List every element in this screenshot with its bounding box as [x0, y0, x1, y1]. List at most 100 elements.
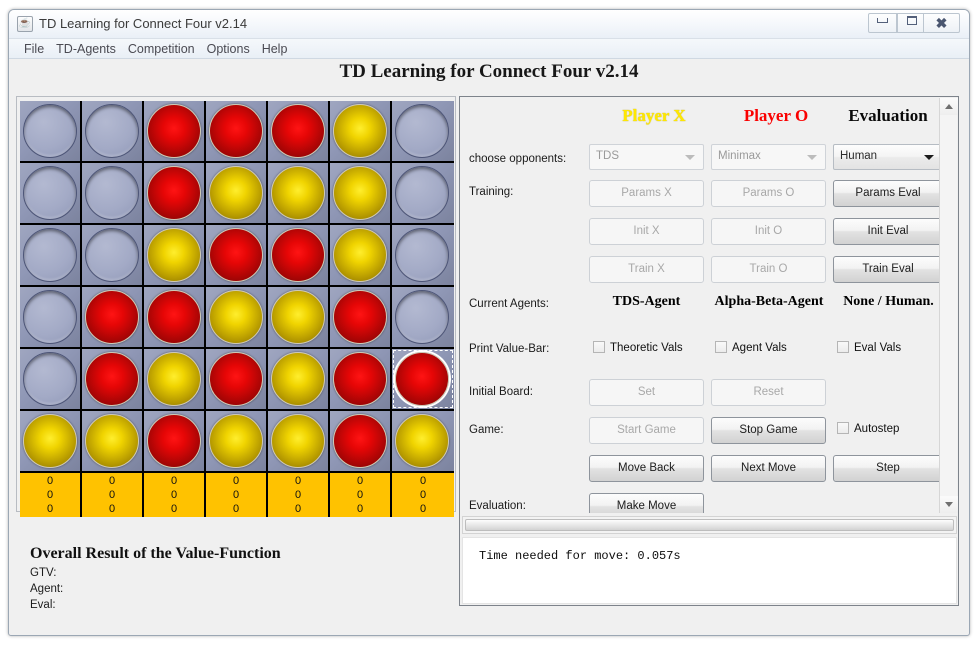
- reset-button[interactable]: Reset: [711, 379, 826, 406]
- board-cell-r5-c5[interactable]: [330, 411, 392, 473]
- board-cell-r1-c2[interactable]: [144, 163, 206, 225]
- board-cell-r2-c4[interactable]: [268, 225, 330, 287]
- board-cell-r3-c4[interactable]: [268, 287, 330, 349]
- maximize-button[interactable]: [897, 13, 926, 33]
- board-cell-r3-c1[interactable]: [82, 287, 144, 349]
- init-eval-button[interactable]: Init Eval: [833, 218, 939, 245]
- close-button[interactable]: ✖: [923, 13, 960, 33]
- disc-empty: [23, 228, 77, 282]
- params-eval-button[interactable]: Params Eval: [833, 180, 939, 207]
- next-move-button[interactable]: Next Move: [711, 455, 826, 482]
- combo-opponent-o[interactable]: Minimax: [711, 144, 826, 170]
- board-cell-r5-c4[interactable]: [268, 411, 330, 473]
- panel-vertical-scrollbar[interactable]: [939, 98, 958, 513]
- board-cell-r0-c0[interactable]: [20, 101, 82, 163]
- stop-game-button[interactable]: Stop Game: [711, 417, 826, 444]
- menu-item-file[interactable]: File: [18, 39, 50, 58]
- control-panel-scroll-viewport: Player X Player O Evaluation choose oppo…: [461, 98, 940, 513]
- menu-item-competition[interactable]: Competition: [122, 39, 201, 58]
- board-cell-r0-c6[interactable]: [392, 101, 454, 163]
- train-eval-button[interactable]: Train Eval: [833, 256, 939, 283]
- value-bar: 0 0 0 0 0 0 0 0 0 0 0 0 0 0 0 0 0 0 0 0 0: [20, 473, 454, 517]
- disc-yellow: [333, 104, 387, 158]
- checkbox-autostep[interactable]: Autostep: [837, 422, 899, 435]
- checkbox-box-icon: [837, 422, 849, 434]
- scroll-up-button[interactable]: [940, 98, 958, 115]
- init-o-button[interactable]: Init O: [711, 218, 826, 245]
- disc-empty: [23, 290, 77, 344]
- horizontal-scroll-thumb[interactable]: [465, 519, 954, 531]
- start-game-button[interactable]: Start Game: [589, 417, 704, 444]
- combo-opponent-eval[interactable]: Human: [833, 144, 939, 170]
- board-cell-r4-c2[interactable]: [144, 349, 206, 411]
- board-cell-r4-c6[interactable]: [392, 349, 454, 411]
- board-cell-r2-c2[interactable]: [144, 225, 206, 287]
- board-cell-r0-c1[interactable]: [82, 101, 144, 163]
- checkbox-theoretic-vals[interactable]: Theoretic Vals: [593, 341, 683, 354]
- board-cell-r5-c3[interactable]: [206, 411, 268, 473]
- board-cell-r2-c6[interactable]: [392, 225, 454, 287]
- board-cell-r3-c0[interactable]: [20, 287, 82, 349]
- train-o-button[interactable]: Train O: [711, 256, 826, 283]
- board-cell-r1-c6[interactable]: [392, 163, 454, 225]
- combo-opponent-x[interactable]: TDS: [589, 144, 704, 170]
- value-bar-column-6: 0 0 0: [392, 473, 454, 517]
- board-cell-r4-c4[interactable]: [268, 349, 330, 411]
- disc-red: [333, 414, 387, 468]
- board-cell-r2-c0[interactable]: [20, 225, 82, 287]
- board-cell-r1-c1[interactable]: [82, 163, 144, 225]
- disc-red: [147, 166, 201, 220]
- minimize-button[interactable]: [868, 13, 897, 33]
- checkbox-eval-vals[interactable]: Eval Vals: [837, 341, 901, 354]
- panel-horizontal-scrollbar[interactable]: [462, 516, 957, 534]
- board-cell-r3-c3[interactable]: [206, 287, 268, 349]
- disc-yellow: [395, 414, 449, 468]
- disc-yellow: [209, 290, 263, 344]
- board-cell-r2-c1[interactable]: [82, 225, 144, 287]
- board-cell-r5-c1[interactable]: [82, 411, 144, 473]
- make-move-button[interactable]: Make Move: [589, 493, 704, 513]
- train-x-button[interactable]: Train X: [589, 256, 704, 283]
- board-cell-r5-c6[interactable]: [392, 411, 454, 473]
- board-cell-r4-c0[interactable]: [20, 349, 82, 411]
- board-cell-r0-c4[interactable]: [268, 101, 330, 163]
- board-cell-r5-c2[interactable]: [144, 411, 206, 473]
- board-cell-r4-c1[interactable]: [82, 349, 144, 411]
- board-cell-r1-c3[interactable]: [206, 163, 268, 225]
- step-button[interactable]: Step: [833, 455, 939, 482]
- value-bar-cell: 0: [294, 503, 302, 515]
- board-cell-r1-c0[interactable]: [20, 163, 82, 225]
- log-output-area: Time needed for move: 0.057s: [462, 537, 957, 604]
- value-bar-cell: 0: [108, 503, 116, 515]
- value-bar-column-1: 0 0 0: [82, 473, 144, 517]
- value-bar-column-5: 0 0 0: [330, 473, 392, 517]
- board-cell-r0-c5[interactable]: [330, 101, 392, 163]
- menu-item-options[interactable]: Options: [201, 39, 256, 58]
- board-cell-r0-c2[interactable]: [144, 101, 206, 163]
- params-x-button[interactable]: Params X: [589, 180, 704, 207]
- value-bar-cell: 0: [170, 489, 178, 501]
- disc-yellow: [333, 166, 387, 220]
- params-o-button[interactable]: Params O: [711, 180, 826, 207]
- board-cell-r3-c6[interactable]: [392, 287, 454, 349]
- board-cell-r1-c4[interactable]: [268, 163, 330, 225]
- board-cell-r2-c5[interactable]: [330, 225, 392, 287]
- connect-four-grid[interactable]: [20, 101, 454, 473]
- menu-item-td-agents[interactable]: TD-Agents: [50, 39, 122, 58]
- board-cell-r1-c5[interactable]: [330, 163, 392, 225]
- board-cell-r4-c5[interactable]: [330, 349, 392, 411]
- board-cell-r5-c0[interactable]: [20, 411, 82, 473]
- board-cell-r2-c3[interactable]: [206, 225, 268, 287]
- board-cell-r3-c5[interactable]: [330, 287, 392, 349]
- init-x-button[interactable]: Init X: [589, 218, 704, 245]
- board-cell-r0-c3[interactable]: [206, 101, 268, 163]
- scroll-down-button[interactable]: [940, 496, 958, 513]
- move-back-button[interactable]: Move Back: [589, 455, 704, 482]
- board-cell-r4-c3[interactable]: [206, 349, 268, 411]
- set-button[interactable]: Set: [589, 379, 704, 406]
- menu-item-help[interactable]: Help: [256, 39, 294, 58]
- value-bar-cell: 0: [170, 475, 178, 487]
- checkbox-eval-vals-label: Eval Vals: [854, 342, 902, 354]
- checkbox-agent-vals[interactable]: Agent Vals: [715, 341, 787, 354]
- board-cell-r3-c2[interactable]: [144, 287, 206, 349]
